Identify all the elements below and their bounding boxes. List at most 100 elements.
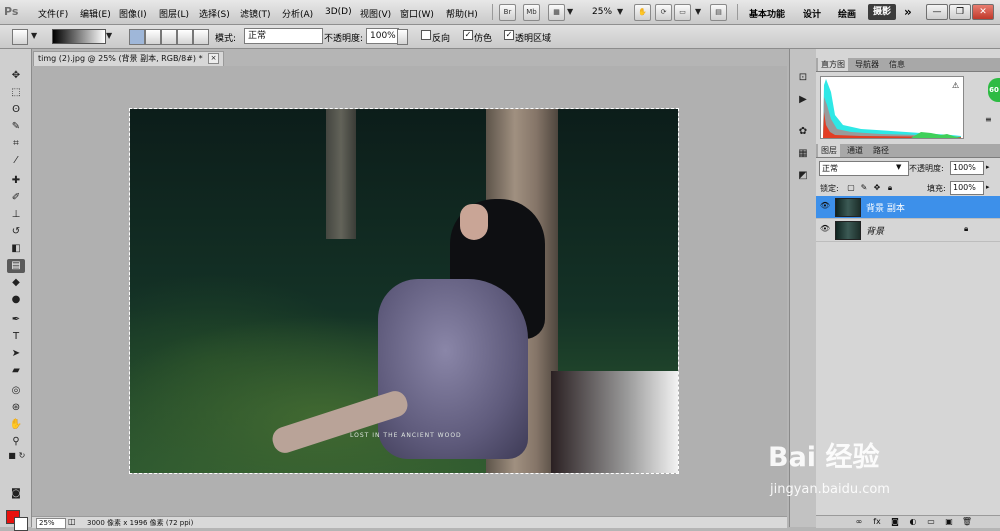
menu-image[interactable]: 图像(I) [119,7,147,20]
layer-opacity-input[interactable]: 100% [950,161,984,175]
crop-tool-icon[interactable]: ⌗ [7,137,25,151]
zoom-level[interactable]: 25% [592,7,612,17]
shape-tool-icon[interactable]: ▰ [7,364,25,378]
bridge-icon[interactable]: Br [499,4,516,21]
tab-channels[interactable]: 通道 [844,144,866,157]
tab-histogram[interactable]: 直方图 [818,58,848,71]
linear-gradient-button[interactable] [129,29,145,45]
lasso-tool-icon[interactable]: ʘ [7,103,25,117]
visibility-eye-icon[interactable]: 👁︎ [819,201,831,210]
diamond-gradient-button[interactable] [193,29,209,45]
zoom-tool-icon[interactable]: ⚲ [7,435,25,449]
angle-gradient-button[interactable] [161,29,177,45]
tab-layers[interactable]: 图层 [818,144,840,157]
status-info-icon[interactable]: ◫ [68,517,76,526]
workspace-photography[interactable]: 摄影 [868,4,896,20]
type-tool-icon[interactable]: T [7,330,25,344]
menu-view[interactable]: 视图(V) [360,7,391,20]
3d-orbit-icon[interactable]: ⊛ [7,401,25,415]
workspace-painting[interactable]: 绘画 [838,7,856,20]
minibridge-icon[interactable]: Mb [523,4,540,21]
history-brush-icon[interactable]: ↺ [7,225,25,239]
menu-analysis[interactable]: 分析(A) [282,7,313,20]
3d-rotate-icon[interactable]: ◎ [7,384,25,398]
history-panel-icon[interactable]: ⊡ [795,71,811,85]
layer-style-icon[interactable]: fx [870,516,884,528]
fill-input[interactable]: 100% [950,181,984,195]
minimize-button[interactable]: — [926,4,948,20]
workspace-design[interactable]: 设计 [803,7,821,20]
menu-layer[interactable]: 图层(L) [159,7,189,20]
close-icon[interactable]: × [208,53,219,64]
image-canvas[interactable]: LOST IN THE ANCIENT WOOD [129,108,679,474]
menu-file[interactable]: 文件(F) [38,7,68,20]
chevron-down-icon[interactable]: ▼ [617,7,623,16]
menu-help[interactable]: 帮助(H) [446,7,478,20]
brush-tool-icon[interactable]: ✐ [7,191,25,205]
menu-window[interactable]: 窗口(W) [400,7,434,20]
opacity-arrow-icon[interactable]: ▸ [986,163,990,171]
chevron-down-icon[interactable]: ▼ [106,31,112,40]
tool-preset-picker[interactable] [12,29,28,45]
layer-row-background[interactable]: 👁︎ 背景 🔒︎ [816,219,1000,242]
quick-select-tool-icon[interactable]: ✎ [7,120,25,134]
tab-navigator[interactable]: 导航器 [852,58,882,71]
gradient-preview[interactable] [52,29,106,44]
gradient-tool-icon[interactable]: ▤ [7,259,25,273]
quick-mask-icon[interactable]: ◙ [7,487,25,501]
chevron-down-icon[interactable]: ▼ [31,31,37,40]
background-color-swatch[interactable] [14,517,28,531]
menu-select[interactable]: 选择(S) [199,7,230,20]
new-layer-icon[interactable]: ▣ [942,516,956,528]
menu-filter[interactable]: 滤镜(T) [240,7,271,20]
visibility-eye-icon[interactable]: 👁︎ [819,224,831,233]
pen-tool-icon[interactable]: ✒ [7,313,25,327]
grid-icon[interactable]: ▦ [548,4,565,21]
more-workspaces-icon[interactable]: » [904,5,912,19]
adjustment-layer-icon[interactable]: ◐ [906,516,920,528]
swap-colors-icon[interactable]: ↻ [13,449,31,463]
opacity-arrow-icon[interactable] [397,29,408,45]
chevron-down-icon[interactable]: ▼ [567,7,573,16]
healing-brush-icon[interactable]: ✚ [7,174,25,188]
tab-paths[interactable]: 路径 [870,144,892,157]
reverse-checkbox[interactable] [421,30,431,40]
lock-position-icon[interactable]: ✥ [872,183,882,192]
menu-edit[interactable]: 编辑(E) [80,7,111,20]
mode-select[interactable]: 正常 [244,28,323,44]
histogram-warning-icon[interactable]: ⚠ [952,81,959,90]
hand-tool-icon[interactable]: ✋ [7,418,25,432]
menu-3d[interactable]: 3D(D) [325,7,352,17]
tab-info[interactable]: 信息 [886,58,908,71]
dodge-tool-icon[interactable]: ● [7,293,25,307]
clone-source-icon[interactable]: ▦ [795,147,811,161]
arrange-documents-icon[interactable]: ▤ [710,4,727,21]
blur-tool-icon[interactable]: ◆ [7,276,25,290]
hand-icon[interactable]: ✋ [634,4,651,21]
fill-arrow-icon[interactable]: ▸ [986,183,990,191]
lock-transparent-icon[interactable]: ▢ [846,183,856,192]
rotate-view-icon[interactable]: ⟳ [655,4,672,21]
new-group-icon[interactable]: ▭ [924,516,938,528]
radial-gradient-button[interactable] [145,29,161,45]
adjustments-icon[interactable]: ◩ [795,169,811,183]
screen-mode-icon[interactable]: ▭ [674,4,691,21]
chevron-down-icon[interactable]: ▼ [695,7,701,16]
clone-stamp-icon[interactable]: ⊥ [7,208,25,222]
brush-panel-icon[interactable]: ✿ [795,125,811,139]
dither-checkbox[interactable]: ✓ [463,30,473,40]
eraser-tool-icon[interactable]: ◧ [7,242,25,256]
delete-layer-icon[interactable]: 🗑︎ [960,516,974,528]
transparency-checkbox[interactable]: ✓ [504,30,514,40]
lock-all-icon[interactable]: 🔒︎ [885,183,895,193]
move-tool-icon[interactable]: ✥ [7,69,25,83]
status-zoom-field[interactable]: 25% [36,518,66,529]
layer-row-background-copy[interactable]: 👁︎ 背景 副本 [816,196,1000,219]
close-button[interactable]: ✕ [972,4,994,20]
lock-image-icon[interactable]: ✎ [859,183,869,192]
marquee-tool-icon[interactable]: ⬚ [7,86,25,100]
document-tab[interactable]: timg (2).jpg @ 25% (背景 副本, RGB/8#) * [33,51,224,66]
panel-menu-icon[interactable]: ≡ [985,115,992,124]
link-layers-icon[interactable]: ∞ [852,516,866,528]
restore-button[interactable]: ❐ [949,4,971,20]
